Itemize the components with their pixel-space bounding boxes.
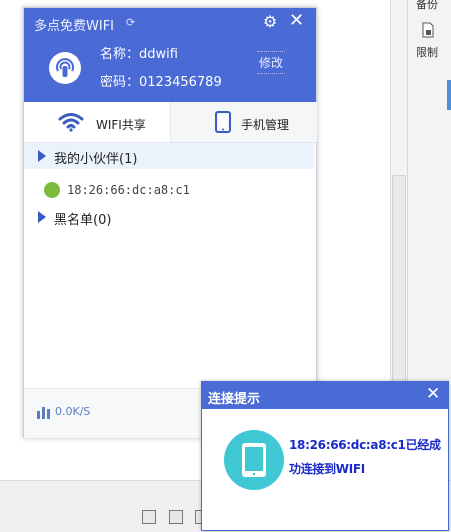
list-icon[interactable]	[169, 510, 183, 524]
notification-title: 连接提示	[208, 392, 261, 407]
side-item-backup[interactable]: 备份	[416, 0, 438, 12]
device-item[interactable]: 18:26:66:dc:a8:c1	[44, 181, 304, 201]
phone-badge	[224, 430, 284, 490]
group-friends-label: 我的小伙伴(1)	[54, 152, 138, 167]
connection-notification: 连接提示 ✕ 18:26:66:dc:a8:c1已经成功连接到WIFI	[201, 381, 449, 531]
tab-bar: WIFI共享 手机管理	[24, 102, 317, 143]
wifi-password: 密码：0123456789	[100, 71, 222, 90]
group-blacklist-label: 黑名单(0)	[54, 213, 112, 228]
close-icon[interactable]: ✕	[289, 10, 304, 31]
tab-wifi-share[interactable]: WIFI共享	[24, 102, 170, 142]
android-icon	[44, 182, 60, 198]
document-icon	[422, 22, 434, 38]
side-item-limit[interactable]: 限制	[416, 44, 438, 60]
logo-icon: ⟳	[126, 16, 136, 29]
gear-icon[interactable]: ⚙	[263, 12, 277, 31]
tablet-icon	[242, 443, 266, 477]
wifi-password-label: 密码：	[100, 75, 140, 90]
group-friends[interactable]: 我的小伙伴(1)	[24, 143, 314, 169]
notification-message: 18:26:66:dc:a8:c1已经成功连接到WIFI	[289, 438, 441, 476]
panel-edge-indicator	[447, 80, 451, 110]
speed-icon	[37, 407, 50, 419]
app-title: 多点免费WIFI	[34, 19, 114, 34]
scrollbar-thumb[interactable]	[392, 175, 406, 383]
speed-readout: 0.0K/S	[55, 405, 91, 418]
expand-icon	[38, 211, 46, 223]
expand-icon	[38, 150, 46, 162]
tab-phone-manage[interactable]: 手机管理	[170, 102, 317, 142]
wifi-name-value: ddwifi	[139, 47, 178, 62]
phone-icon	[215, 111, 231, 133]
wifi-icon	[58, 113, 84, 132]
device-mac: 18:26:66:dc:a8:c1	[67, 183, 190, 197]
wifi-password-value: 0123456789	[139, 75, 222, 90]
wifi-name: 名称：ddwifi	[100, 43, 178, 62]
group-blacklist[interactable]: 黑名单(0)	[24, 204, 314, 230]
wifi-name-label: 名称：	[100, 47, 140, 62]
hotspot-icon	[49, 52, 81, 84]
wifi-window: 多点免费WIFI ⟳ ⚙ ✕ 名称：ddwifi 密码：0123456789 修…	[23, 7, 317, 438]
tab-wifi-share-label: WIFI共享	[96, 118, 146, 132]
close-icon[interactable]: ✕	[426, 384, 440, 404]
edit-button[interactable]: 修改	[257, 51, 286, 74]
window-header: 多点免费WIFI ⟳ ⚙ ✕ 名称：ddwifi 密码：0123456789 修…	[24, 8, 316, 102]
view-icon[interactable]	[142, 510, 156, 524]
notification-header: 连接提示 ✕	[202, 382, 448, 409]
tab-phone-manage-label: 手机管理	[241, 118, 290, 132]
